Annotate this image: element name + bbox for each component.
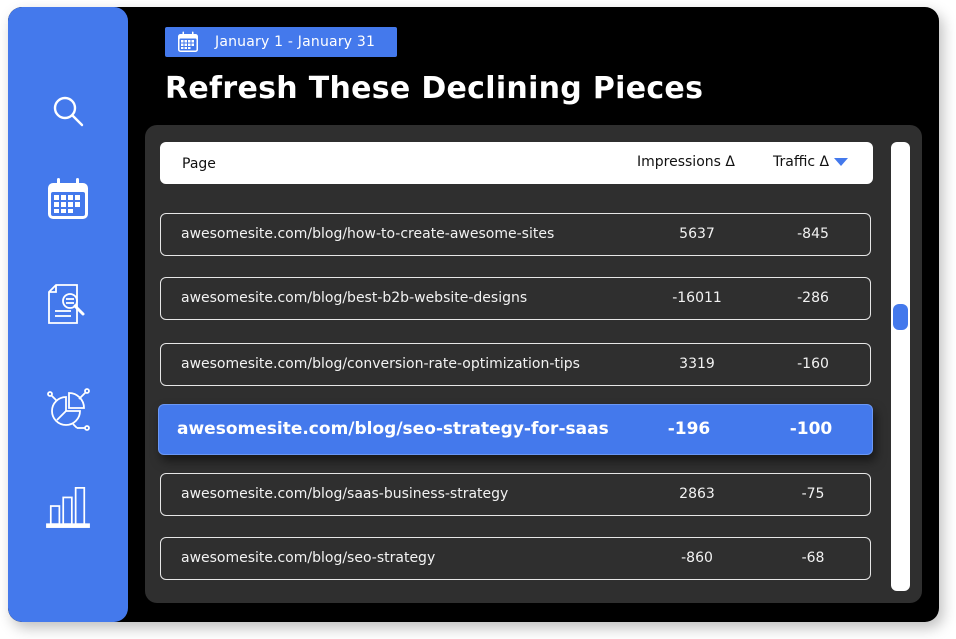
row-traffic: -100: [789, 419, 833, 439]
column-header-traffic-label: Traffic Δ: [773, 154, 830, 170]
sidebar-item-bar-chart[interactable]: [46, 485, 90, 529]
calendar-icon: [178, 31, 198, 52]
row-traffic: -845: [797, 226, 829, 242]
table-row[interactable]: awesomesite.com/blog/best-b2b-website-de…: [160, 277, 871, 320]
row-url: awesomesite.com/blog/saas-business-strat…: [181, 486, 509, 502]
row-traffic: -160: [797, 356, 829, 372]
column-header-page[interactable]: Page: [182, 156, 216, 172]
column-header-traffic[interactable]: Traffic Δ: [773, 154, 849, 170]
sidebar: [8, 7, 128, 622]
table-row-selected[interactable]: awesomesite.com/blog/seo-strategy-for-sa…: [158, 404, 873, 455]
bar-chart-icon: [46, 487, 90, 528]
row-impressions: -860: [681, 550, 713, 566]
row-impressions: 5637: [679, 226, 715, 242]
table-row[interactable]: awesomesite.com/blog/saas-business-strat…: [160, 473, 871, 516]
sidebar-item-search[interactable]: [46, 89, 90, 133]
search-icon: [53, 96, 84, 127]
row-url: awesomesite.com/blog/conversion-rate-opt…: [181, 356, 580, 372]
row-traffic: -286: [797, 290, 829, 306]
page-title: Refresh These Declining Pieces: [165, 71, 704, 106]
sidebar-item-pie-chart[interactable]: [46, 387, 90, 431]
sort-descending-icon: [834, 158, 849, 166]
row-impressions: 3319: [679, 356, 715, 372]
column-header-impressions[interactable]: Impressions Δ: [637, 154, 735, 170]
calendar-icon: [48, 178, 88, 219]
row-impressions: 2863: [679, 486, 715, 502]
app-window: January 1 - January 31 Refresh These Dec…: [8, 7, 939, 622]
row-traffic: -68: [801, 550, 825, 566]
scrollbar[interactable]: [891, 142, 910, 591]
document-search-icon: [48, 284, 85, 324]
row-url: awesomesite.com/blog/how-to-create-aweso…: [181, 226, 555, 242]
row-impressions: -16011: [672, 290, 722, 306]
table-row[interactable]: awesomesite.com/blog/seo-strategy -860 -…: [160, 537, 871, 580]
sidebar-item-calendar[interactable]: [46, 177, 90, 221]
date-range-picker[interactable]: January 1 - January 31: [165, 27, 397, 57]
row-url: awesomesite.com/blog/seo-strategy-for-sa…: [177, 419, 609, 439]
table-row[interactable]: awesomesite.com/blog/how-to-create-aweso…: [160, 213, 871, 256]
row-traffic: -75: [801, 486, 825, 502]
pie-chart-icon: [47, 388, 90, 431]
row-impressions: -196: [667, 419, 711, 439]
row-url: awesomesite.com/blog/seo-strategy: [181, 550, 436, 566]
table-header: Page Impressions Δ Traffic Δ: [160, 142, 873, 184]
scrollbar-thumb[interactable]: [893, 304, 908, 330]
table-row[interactable]: awesomesite.com/blog/conversion-rate-opt…: [160, 343, 871, 386]
results-panel: Page Impressions Δ Traffic Δ awesomesite…: [145, 125, 922, 603]
row-url: awesomesite.com/blog/best-b2b-website-de…: [181, 290, 528, 306]
sidebar-item-document-search[interactable]: [46, 283, 90, 327]
date-range-label: January 1 - January 31: [215, 34, 376, 50]
